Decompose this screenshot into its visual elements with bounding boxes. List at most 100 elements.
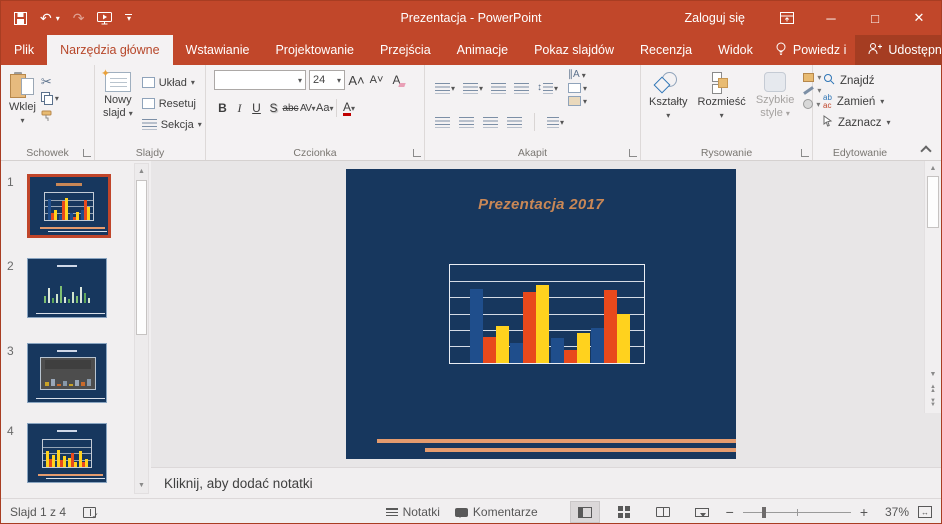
share-button[interactable]: Udostępnij [855, 35, 942, 65]
thumbnail-slide-image[interactable] [27, 423, 107, 483]
next-slide-icon[interactable]: ▼▼ [925, 399, 941, 407]
previous-slide-icon[interactable]: ▲▲ [925, 385, 941, 393]
align-center-icon[interactable] [459, 117, 474, 128]
scroll-up-icon[interactable]: ▲ [135, 164, 148, 179]
collapse-ribbon-icon[interactable] [921, 145, 929, 153]
notes-toggle-button[interactable]: Notatki [386, 505, 440, 519]
paragraph-dialog-launcher-icon[interactable] [629, 149, 637, 157]
maximize-button[interactable]: □ [853, 1, 897, 35]
scrollbar-thumb[interactable] [927, 176, 939, 228]
section-button[interactable]: Sekcja▾ [142, 114, 202, 135]
scroll-up-icon[interactable]: ▲ [925, 161, 941, 175]
zoom-level[interactable]: 37% [877, 505, 909, 519]
slide-1-editor[interactable]: Prezentacja 2017 [346, 169, 736, 459]
zoom-slider[interactable] [743, 512, 851, 513]
tab-projektowanie[interactable]: Projektowanie [262, 35, 367, 65]
main-vertical-scrollbar[interactable]: ▲ ▼ ▲▲ ▼▼ [924, 161, 941, 413]
increase-font-size-button[interactable]: A˄ [348, 71, 365, 89]
tab-recenzja[interactable]: Recenzja [627, 35, 705, 65]
thumbnail-slide-image[interactable] [27, 343, 107, 403]
fit-slide-to-window-icon[interactable]: ↔ [918, 506, 932, 518]
slide-canvas[interactable]: Prezentacja 2017 ▲ ▼ ▲▲ ▼▼ [151, 161, 941, 467]
start-slideshow-icon[interactable] [97, 12, 112, 25]
decrease-indent-icon[interactable] [491, 83, 506, 94]
copy-icon[interactable]: ▾ [41, 92, 59, 105]
zoom-slider-thumb[interactable] [762, 507, 766, 518]
align-text-button[interactable]: ▾ [568, 83, 587, 93]
convert-to-smartart-button[interactable]: ▾ [568, 96, 587, 106]
columns-button[interactable]: ▾ [547, 117, 564, 128]
tab-widok[interactable]: Widok [705, 35, 766, 65]
text-shadow-button[interactable]: S [265, 99, 282, 117]
font-size-combo[interactable]: 24▾ [309, 70, 345, 90]
character-spacing-button[interactable]: AV▾ [299, 99, 316, 117]
clear-formatting-button[interactable]: A [388, 71, 405, 89]
bold-button[interactable]: B [214, 99, 231, 117]
thumbnail-slide-image[interactable] [27, 174, 111, 238]
reading-view-button[interactable] [648, 501, 678, 523]
cut-icon[interactable]: ✂ [41, 75, 59, 88]
undo-dropdown-icon[interactable]: ▾ [56, 14, 60, 23]
tab-animacje[interactable]: Animacje [444, 35, 521, 65]
decrease-font-size-button[interactable]: A˅ [368, 71, 385, 89]
normal-view-button[interactable] [570, 501, 600, 523]
line-spacing-button[interactable]: ↕▾ [537, 83, 558, 94]
underline-button[interactable]: U [248, 99, 265, 117]
thumbnail-slide-1[interactable]: 1 [7, 174, 111, 238]
tab-przejscia[interactable]: Przejścia [367, 35, 444, 65]
align-right-icon[interactable] [483, 117, 498, 128]
format-painter-icon[interactable] [41, 109, 59, 127]
close-button[interactable]: ✕ [897, 1, 941, 35]
zoom-out-icon[interactable]: − [726, 504, 734, 520]
tell-me-button[interactable]: Powiedz i [766, 35, 856, 65]
scroll-down-icon[interactable]: ▼ [925, 367, 941, 381]
paste-button[interactable]: Wklej ▾ [4, 70, 41, 127]
comments-toggle-button[interactable]: Komentarze [455, 505, 538, 519]
scroll-down-icon[interactable]: ▼ [135, 478, 148, 493]
shapes-button[interactable]: Kształty ▾ [644, 70, 693, 122]
save-icon[interactable] [14, 12, 27, 25]
slide-chart[interactable] [449, 264, 645, 364]
drawing-dialog-launcher-icon[interactable] [801, 149, 809, 157]
italic-button[interactable]: I [231, 99, 248, 117]
reset-button[interactable]: Resetuj [142, 93, 202, 114]
ribbon-display-options-icon[interactable] [765, 1, 809, 35]
zoom-in-icon[interactable]: + [860, 504, 868, 520]
slide-title[interactable]: Prezentacja 2017 [346, 196, 736, 213]
font-name-combo[interactable]: ▾ [214, 70, 306, 90]
minimize-button[interactable]: ─ [809, 1, 853, 35]
strikethrough-button[interactable]: abc [282, 99, 299, 117]
customize-quick-access-toolbar-icon[interactable]: ▾ [125, 14, 132, 22]
tab-narzedzia-glowne[interactable]: Narzędzia główne [47, 35, 172, 65]
thumbnail-slide-4[interactable]: 4 [7, 423, 107, 483]
bullets-button[interactable]: ▾ [435, 83, 455, 94]
notes-placeholder[interactable]: Kliknij, aby dodać notatki [164, 476, 313, 491]
layout-button[interactable]: Układ▾ [142, 72, 202, 93]
thumbnail-scrollbar[interactable]: ▲ ▼ [134, 163, 149, 494]
scrollbar-thumb[interactable] [136, 180, 147, 335]
align-left-icon[interactable] [435, 117, 450, 128]
slide-sorter-view-button[interactable] [609, 501, 639, 523]
sign-in-button[interactable]: Zaloguj się [665, 1, 765, 35]
arrange-button[interactable]: Rozmieść ▾ [693, 70, 751, 122]
tab-wstawianie[interactable]: Wstawianie [173, 35, 263, 65]
thumbnail-slide-2[interactable]: 2 [7, 258, 107, 318]
font-dialog-launcher-icon[interactable] [413, 149, 421, 157]
text-direction-button[interactable]: ∥A▾ [568, 70, 587, 80]
change-case-button[interactable]: Aa▾ [316, 99, 333, 117]
clipboard-dialog-launcher-icon[interactable] [83, 149, 91, 157]
spell-check-icon[interactable] [83, 507, 96, 518]
increase-indent-icon[interactable] [514, 83, 529, 94]
thumbnail-slide-image[interactable] [27, 258, 107, 318]
slideshow-view-button[interactable] [687, 501, 717, 523]
find-button[interactable]: Znajdź [823, 70, 904, 91]
numbering-button[interactable]: ▾ [463, 83, 483, 94]
notes-pane[interactable]: Kliknij, aby dodać notatki [151, 467, 941, 498]
tab-pokaz-slajdow[interactable]: Pokaz slajdów [521, 35, 627, 65]
tab-plik[interactable]: Plik [1, 35, 47, 65]
font-color-button[interactable]: A▾ [340, 99, 357, 117]
replace-button[interactable]: abac Zamień ▾ [823, 91, 904, 112]
select-button[interactable]: Zaznacz ▾ [823, 112, 904, 133]
undo-icon[interactable]: ↶ [40, 11, 52, 25]
justify-icon[interactable] [507, 117, 522, 128]
